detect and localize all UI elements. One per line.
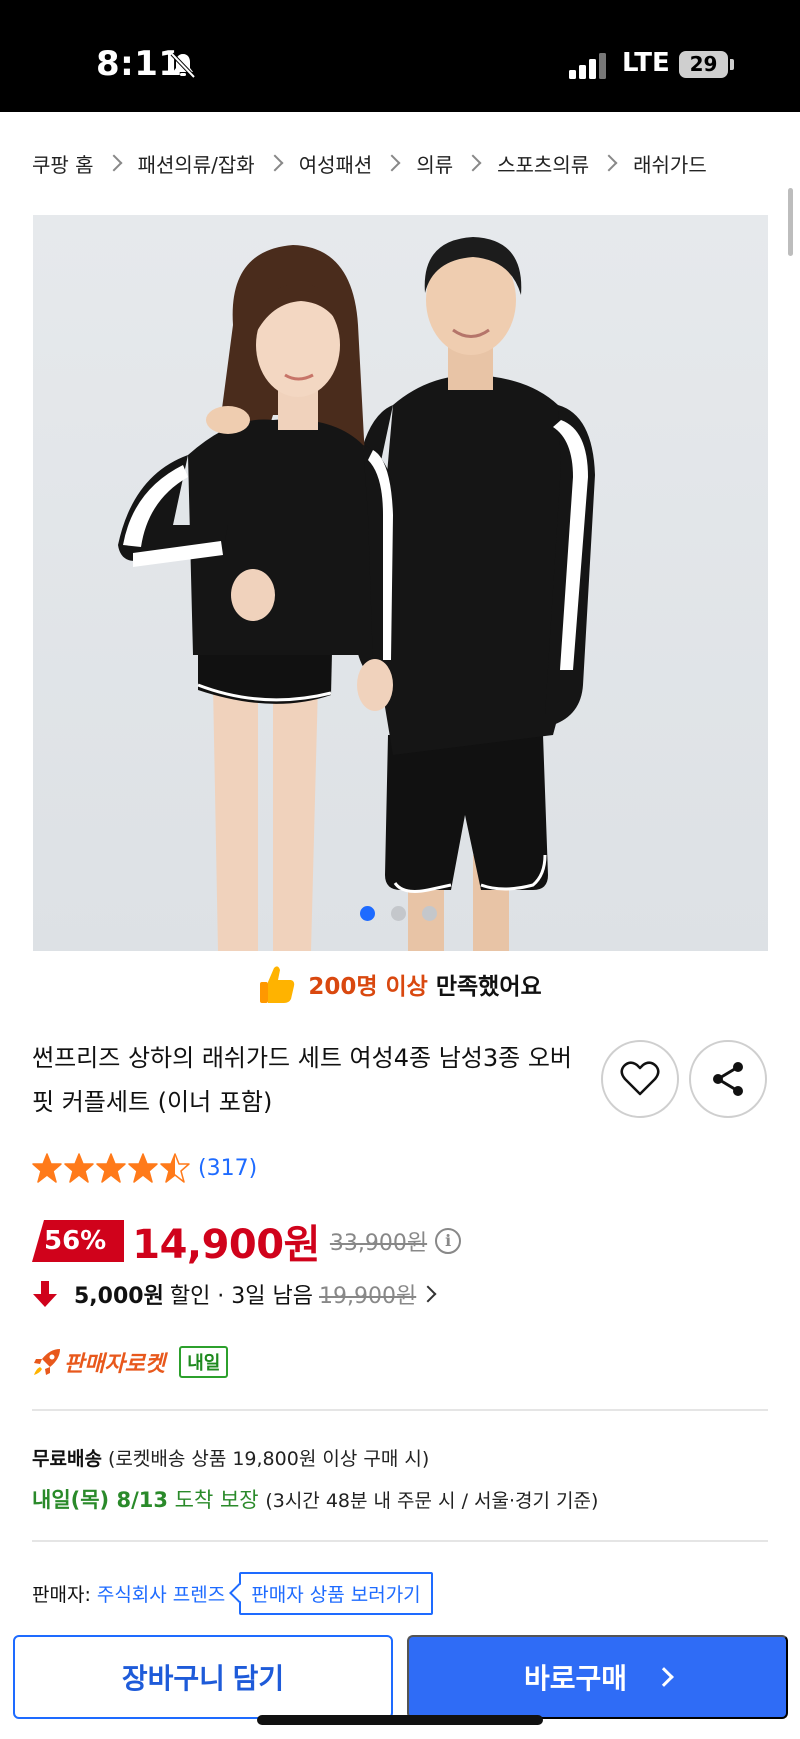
free-shipping-detail: (로켓배송 상품 19,800원 이상 구매 시) xyxy=(107,1448,430,1470)
original-price: 33,900원 xyxy=(329,1231,428,1256)
breadcrumb-chevron-icon xyxy=(383,154,401,172)
tomorrow-badge: 내일 xyxy=(179,1346,229,1378)
seller-rocket-label: 판매자로켓 xyxy=(64,1352,166,1377)
product-title: 썬프리즈 상하의 래쉬가드 세트 여성4종 남성3종 오버핏 커플세트 (이너 … xyxy=(32,1044,572,1116)
free-shipping-label: 무료배송 xyxy=(32,1448,102,1470)
product-image[interactable] xyxy=(33,215,768,951)
breadcrumb-chevron-icon xyxy=(600,154,618,172)
star-rating xyxy=(32,1153,192,1183)
breadcrumb: 쿠팡 홈 패션의류/잡화 여성패션 의류 스포츠의류 래쉬가드 xyxy=(32,148,707,178)
thumbs-up-icon xyxy=(260,966,295,1003)
rocket-icon xyxy=(34,1349,60,1375)
review-count[interactable]: (317) xyxy=(198,1156,257,1181)
breadcrumb-item[interactable]: 스포츠의류 xyxy=(497,149,589,178)
star-icon xyxy=(32,1153,62,1183)
breadcrumb-chevron-icon xyxy=(266,154,284,172)
share-icon xyxy=(713,1062,743,1096)
chevron-right-icon xyxy=(419,1285,437,1303)
price-down-arrow-icon xyxy=(33,1281,57,1307)
breadcrumb-item[interactable]: 쿠팡 홈 xyxy=(32,149,94,178)
status-bar: 8:11 LTE 29 xyxy=(0,0,800,112)
satisfaction-count: 200명 이상 xyxy=(308,974,428,1000)
seller-label: 판매자: xyxy=(32,1583,91,1606)
free-shipping-info: 무료배송 (로켓배송 상품 19,800원 이상 구매 시) xyxy=(32,1444,429,1471)
discount-badge: 56% xyxy=(32,1220,125,1262)
battery-icon: 29 xyxy=(679,51,728,78)
network-type: LTE xyxy=(622,48,670,78)
arrival-note: (3시간 48분 내 주문 시 / 서울·경기 기준) xyxy=(265,1490,599,1512)
breadcrumb-chevron-icon xyxy=(105,154,123,172)
seller-rocket-row: 판매자로켓 내일 xyxy=(32,1344,229,1380)
satisfaction-text: 만족했어요 xyxy=(435,974,542,1000)
female-model xyxy=(118,245,398,951)
gallery-pagination[interactable] xyxy=(360,906,437,921)
page-scrollbar[interactable] xyxy=(788,188,793,256)
star-icon xyxy=(64,1153,94,1183)
share-button[interactable] xyxy=(689,1040,767,1118)
breadcrumb-item[interactable]: 래쉬가드 xyxy=(633,149,707,178)
wishlist-button[interactable] xyxy=(601,1040,679,1118)
heart-icon xyxy=(620,1061,660,1096)
gallery-dot[interactable] xyxy=(360,906,375,921)
gallery-dot[interactable] xyxy=(422,906,437,921)
add-to-cart-label: 장바구니 담기 xyxy=(121,1663,285,1694)
seller-name-link[interactable]: 주식회사 프렌즈 xyxy=(97,1580,225,1607)
silent-bell-icon xyxy=(170,52,196,79)
breadcrumb-item[interactable]: 패션의류/잡화 xyxy=(138,149,255,178)
price-row: 56% 14,900원 33,900원 i xyxy=(32,1216,462,1268)
arrival-guarantee: 도착 보장 xyxy=(174,1488,259,1512)
coupon-strike-price: 19,900원 xyxy=(319,1284,417,1309)
divider xyxy=(32,1409,768,1411)
gallery-dot[interactable] xyxy=(391,906,406,921)
coupon-row[interactable]: 5,000원 할인 · 3일 남음 19,900원 xyxy=(32,1276,437,1312)
home-indicator[interactable] xyxy=(257,1715,543,1725)
breadcrumb-chevron-icon xyxy=(464,154,482,172)
arrival-date: 내일(목) 8/13 xyxy=(32,1488,168,1512)
coupon-text: 할인 · 3일 남음 xyxy=(169,1284,313,1309)
chevron-right-icon xyxy=(654,1667,674,1687)
battery-tip xyxy=(730,59,734,70)
star-icon xyxy=(128,1153,158,1183)
star-icon xyxy=(160,1153,190,1183)
seller-row: 판매자: 주식회사 프렌즈 판매자 상품 보러가기 xyxy=(32,1571,433,1615)
breadcrumb-item[interactable]: 의류 xyxy=(416,149,453,178)
seller-products-link[interactable]: 판매자 상품 보러가기 xyxy=(239,1571,433,1615)
buy-now-button[interactable]: 바로구매 xyxy=(407,1635,788,1719)
satisfaction-banner: 200명 이상 만족했어요 xyxy=(0,962,800,1006)
product-rating[interactable]: (317) xyxy=(32,1150,257,1186)
arrival-info: 내일(목) 8/13 도착 보장 (3시간 48분 내 주문 시 / 서울·경기… xyxy=(32,1484,598,1514)
info-icon[interactable]: i xyxy=(435,1228,462,1254)
battery-level: 29 xyxy=(689,52,718,76)
product-photo-illustration xyxy=(118,237,595,951)
breadcrumb-item[interactable]: 여성패션 xyxy=(299,149,373,178)
coupon-amount: 5,000원 xyxy=(74,1284,164,1309)
add-to-cart-button[interactable]: 장바구니 담기 xyxy=(13,1635,393,1719)
cellular-signal-icon xyxy=(569,53,606,79)
star-icon xyxy=(96,1153,126,1183)
sale-price: 14,900원 xyxy=(132,1222,320,1268)
divider xyxy=(32,1540,768,1542)
buy-now-label: 바로구매 xyxy=(523,1663,628,1694)
